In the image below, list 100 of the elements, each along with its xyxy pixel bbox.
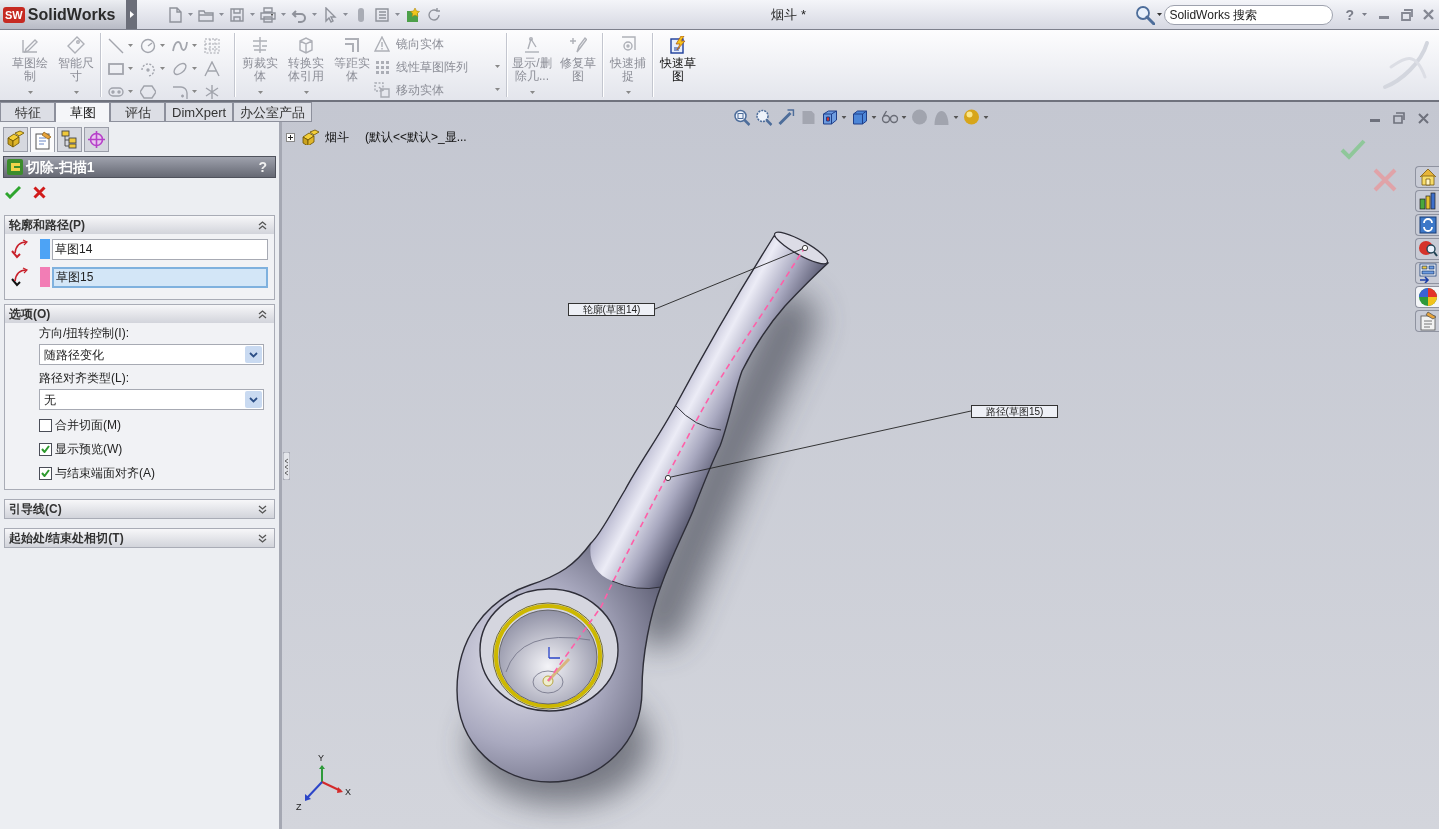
section-header[interactable]: 选项(O) [5, 305, 274, 323]
crosshair-icon [87, 130, 106, 149]
ellipse-icon[interactable] [172, 60, 188, 77]
rectangle-icon[interactable] [108, 60, 124, 77]
checkbox[interactable] [39, 442, 52, 456]
logo-badge: SW [3, 6, 25, 23]
shaded-cube-icon[interactable] [851, 109, 868, 126]
restore-icon[interactable] [1393, 112, 1405, 124]
axis-label: Z [296, 802, 302, 812]
command-tab[interactable]: DimXpert [165, 102, 234, 122]
rounded-corner-icon[interactable] [172, 83, 188, 100]
command-tab[interactable]: 评估 [110, 102, 165, 122]
manager-tab[interactable] [84, 127, 109, 152]
menu-expand-button[interactable] [126, 0, 137, 29]
compass-icon [523, 36, 541, 54]
glasses-icon[interactable] [881, 109, 898, 126]
dot-grid-icon [374, 58, 390, 75]
caret-icon[interactable] [871, 116, 876, 119]
zoom-fit-icon[interactable] [733, 109, 750, 126]
plus-box-icon[interactable] [286, 132, 295, 142]
search-icon [1135, 4, 1156, 25]
file-icon[interactable] [167, 6, 183, 23]
checkbox-label: 与结束端面对齐(A) [55, 465, 155, 482]
command-tab[interactable]: 草图 [55, 102, 110, 122]
command-button[interactable]: 快速草图 [656, 31, 700, 99]
restore-icon[interactable] [1401, 8, 1413, 21]
circle-icon[interactable] [140, 37, 156, 54]
pointer-arrow-icon[interactable] [322, 6, 338, 23]
zoom-area-icon[interactable] [755, 109, 772, 126]
task-pane-tab[interactable] [1415, 238, 1439, 260]
task-pane-tab[interactable] [1415, 310, 1439, 332]
axis-triad-icon [304, 764, 344, 802]
search-icon [1417, 239, 1438, 259]
house-icon [1417, 167, 1438, 187]
checkmark-icon[interactable] [5, 185, 21, 199]
manager-tab[interactable] [30, 127, 55, 152]
right-arrow-icon [129, 11, 134, 18]
property-manager-title: 切除-扫描1 [26, 157, 96, 177]
warning-triangle-icon [374, 35, 390, 52]
trim-lines-icon [251, 36, 269, 54]
clipboard-icon [1417, 311, 1438, 331]
close-icon[interactable] [1423, 9, 1434, 20]
cycle-arrows-icon [1417, 215, 1438, 235]
sphere-icon[interactable] [911, 109, 928, 126]
printer-icon[interactable] [260, 6, 276, 23]
command-tab[interactable]: 办公室产品 [233, 102, 313, 122]
task-pane-tab[interactable] [1415, 166, 1439, 188]
curved-arrow-icon [8, 267, 30, 287]
field-label: 路径对齐类型(L): [39, 371, 130, 386]
star-tile-icon[interactable] [405, 6, 421, 23]
dashed-arc-icon[interactable] [140, 60, 156, 77]
section-header[interactable]: 起始处/结束处相切(T) [5, 529, 274, 547]
chevron-down-icon [245, 346, 262, 363]
search-field[interactable]: SolidWorks 搜索 [1164, 4, 1334, 25]
task-pane-tab[interactable] [1415, 262, 1439, 284]
dashed-box-arrow-icon [374, 81, 390, 98]
caret-icon[interactable] [983, 116, 988, 119]
section-header[interactable]: 引导线(C) [5, 500, 274, 518]
manager-tab[interactable] [57, 127, 82, 152]
line-icon[interactable] [108, 37, 124, 54]
caret-icon[interactable] [841, 116, 846, 119]
list-sheet-icon[interactable] [374, 6, 390, 23]
caret-icon[interactable] [1157, 13, 1163, 16]
asterisk-icon[interactable] [204, 83, 220, 100]
tree-diagram-icon [60, 130, 79, 149]
task-pane-tab[interactable] [1415, 286, 1439, 308]
pencil-plus-icon [569, 36, 587, 54]
lightning-sheet-icon [669, 36, 687, 54]
dropdown[interactable]: 随路径变化 [39, 344, 264, 365]
configuration-label: (默认<<默认>_显... [365, 129, 467, 146]
caret-icon[interactable] [953, 116, 958, 119]
outlined-letter-icon[interactable] [204, 60, 220, 77]
tree-item-name[interactable]: 烟斗 [325, 128, 349, 146]
checkbox[interactable] [39, 418, 52, 432]
section-header[interactable]: 轮廓和路径(P) [5, 216, 274, 234]
dropdown[interactable]: 无 [39, 389, 264, 410]
axis-label: X [345, 787, 351, 797]
hexagon-icon[interactable] [140, 83, 156, 100]
bracket-tile-icon [7, 159, 23, 175]
cube-icon[interactable] [821, 109, 838, 126]
refresh-icon[interactable] [426, 6, 442, 23]
close-icon[interactable] [1418, 112, 1429, 124]
caret-icon[interactable] [901, 116, 906, 119]
collapse-handle-icon[interactable] [283, 452, 290, 480]
offset-corner-icon [343, 36, 361, 54]
task-pane-tab[interactable] [1415, 214, 1439, 236]
axis-label: Y [318, 753, 324, 763]
diagonal-arrow-icon[interactable] [777, 109, 794, 126]
checkmark-icon[interactable] [1340, 138, 1366, 160]
checkbox[interactable] [39, 466, 52, 480]
layout-panels-icon [1417, 263, 1438, 283]
manager-tab[interactable] [3, 127, 28, 152]
selection-field[interactable]: 草图14 [52, 238, 268, 260]
callout-label: 轮廓(草图14) [568, 303, 655, 316]
dashed-grid-icon[interactable] [204, 37, 220, 54]
selection-field[interactable]: 草图15 [52, 266, 268, 288]
close-icon[interactable] [33, 185, 46, 199]
task-pane-tab[interactable] [1415, 190, 1439, 212]
command-tab[interactable]: 特征 [0, 102, 55, 122]
chevron-down-icon [245, 391, 262, 408]
